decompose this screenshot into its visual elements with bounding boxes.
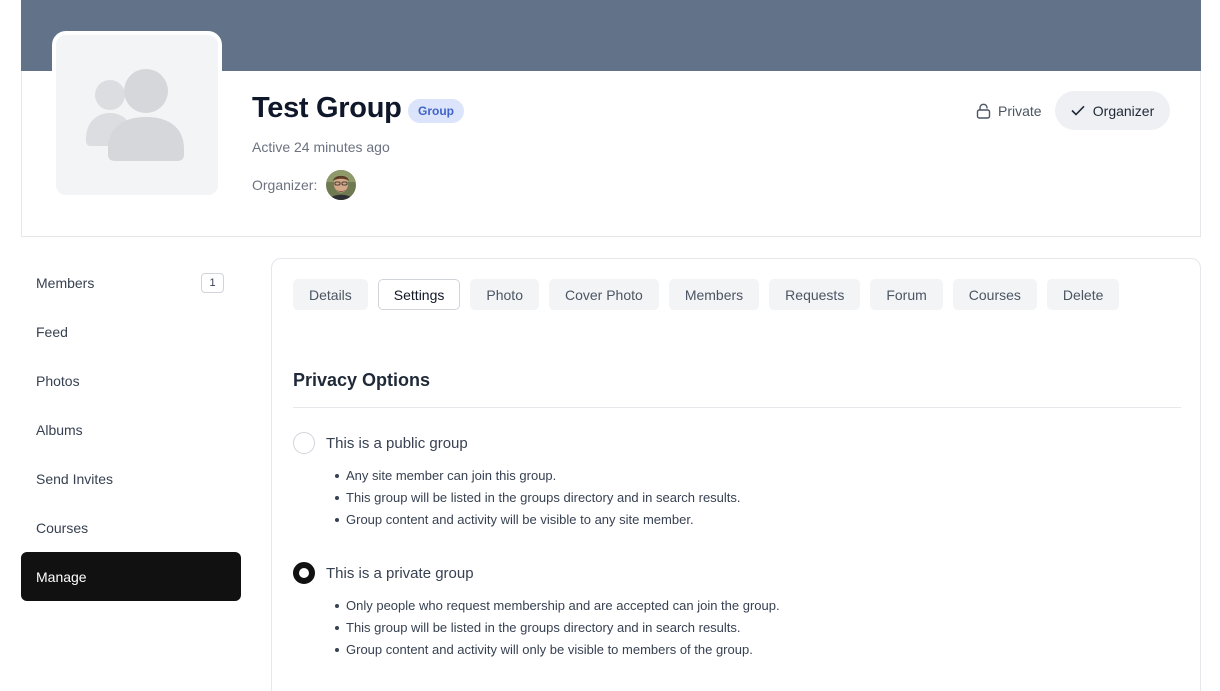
- private-group-label[interactable]: This is a private group: [326, 565, 474, 582]
- organizer-button-label: Organizer: [1092, 102, 1155, 119]
- organizer-avatar[interactable]: [326, 170, 356, 200]
- tab-cover-photo[interactable]: Cover Photo: [548, 279, 659, 310]
- organizer-button[interactable]: Organizer: [1055, 91, 1170, 130]
- manage-tabs: Details Settings Photo Cover Photo Membe…: [293, 279, 1120, 310]
- group-type-badge: Group: [408, 99, 464, 123]
- sidebar-item-label: Courses: [36, 519, 89, 536]
- public-group-radio[interactable]: [293, 432, 315, 454]
- list-item: Group content and activity will be visib…: [335, 512, 741, 534]
- privacy-option-private: This is a private group Only people who …: [293, 562, 780, 664]
- lock-icon: [976, 103, 991, 119]
- sidebar-item-albums[interactable]: Albums: [21, 405, 241, 454]
- public-group-details: Any site member can join this group. Thi…: [335, 468, 741, 534]
- section-divider: [293, 407, 1181, 408]
- group-avatar-placeholder-icon: [86, 69, 184, 161]
- privacy-status-label: Private: [998, 103, 1042, 119]
- group-sidebar-nav: Members 1 Feed Photos Albums Send Invite…: [21, 258, 241, 601]
- manage-panel: Details Settings Photo Cover Photo Membe…: [271, 258, 1201, 691]
- tab-courses[interactable]: Courses: [952, 279, 1037, 310]
- check-icon: [1071, 105, 1085, 116]
- sidebar-item-manage[interactable]: Manage: [21, 552, 241, 601]
- sidebar-item-label: Albums: [36, 421, 83, 438]
- private-group-radio[interactable]: [293, 562, 315, 584]
- sidebar-item-label: Manage: [36, 568, 87, 585]
- organizer-label: Organizer:: [252, 177, 318, 193]
- privacy-options-title: Privacy Options: [293, 370, 431, 390]
- tab-details[interactable]: Details: [293, 279, 368, 310]
- sidebar-item-photos[interactable]: Photos: [21, 356, 241, 405]
- sidebar-item-feed[interactable]: Feed: [21, 307, 241, 356]
- group-title: Test Group: [252, 92, 402, 124]
- sidebar-item-send-invites[interactable]: Send Invites: [21, 454, 241, 503]
- list-item: Group content and activity will only be …: [335, 642, 780, 664]
- last-active-text: Active 24 minutes ago: [252, 139, 390, 155]
- sidebar-item-label: Members: [36, 274, 95, 291]
- private-option-header[interactable]: This is a private group: [293, 562, 780, 584]
- privacy-option-public: This is a public group Any site member c…: [293, 432, 741, 534]
- tab-photo[interactable]: Photo: [470, 279, 539, 310]
- tab-forum[interactable]: Forum: [870, 279, 943, 310]
- members-count-badge: 1: [201, 272, 224, 293]
- privacy-status: Private: [976, 101, 1042, 121]
- public-option-header[interactable]: This is a public group: [293, 432, 741, 454]
- sidebar-item-courses[interactable]: Courses: [21, 503, 241, 552]
- private-group-details: Only people who request membership and a…: [335, 598, 780, 664]
- sidebar-item-label: Feed: [36, 323, 68, 340]
- sidebar-item-label: Photos: [36, 372, 80, 389]
- public-group-label[interactable]: This is a public group: [326, 435, 468, 452]
- tab-members[interactable]: Members: [668, 279, 760, 310]
- list-item: This group will be listed in the groups …: [335, 490, 741, 512]
- list-item: Any site member can join this group.: [335, 468, 741, 490]
- tab-requests[interactable]: Requests: [769, 279, 861, 310]
- sidebar-item-members[interactable]: Members 1: [21, 258, 241, 307]
- tab-settings[interactable]: Settings: [377, 279, 461, 310]
- tab-delete[interactable]: Delete: [1046, 279, 1120, 310]
- group-avatar[interactable]: [52, 31, 222, 199]
- list-item: This group will be listed in the groups …: [335, 620, 780, 642]
- sidebar-item-label: Send Invites: [36, 470, 114, 487]
- list-item: Only people who request membership and a…: [335, 598, 780, 620]
